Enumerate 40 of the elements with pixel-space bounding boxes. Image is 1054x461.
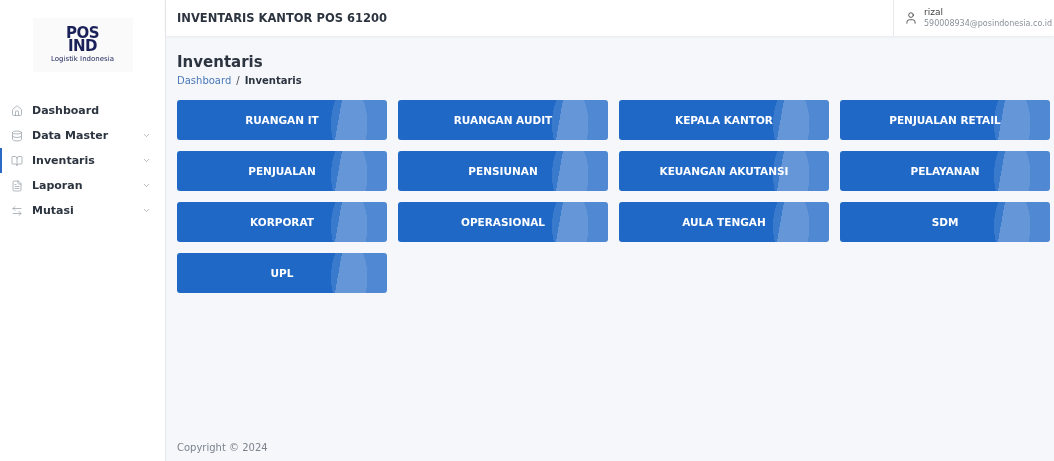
sidebar-item[interactable]: Dashboard bbox=[0, 98, 165, 123]
sidebar-label: Dashboard bbox=[32, 104, 101, 117]
room-button[interactable]: PENJUALAN RETAIL bbox=[840, 100, 1050, 140]
room-button[interactable]: KEPALA KANTOR bbox=[619, 100, 829, 140]
sidebar-item[interactable]: Laporan bbox=[0, 173, 165, 198]
file-icon bbox=[11, 179, 23, 192]
room-button[interactable]: PENJUALAN bbox=[177, 151, 387, 191]
sidebar-label: Data Master bbox=[32, 129, 110, 142]
user-menu[interactable]: rizal 590008934@posindonesia.co.id bbox=[892, 0, 1054, 36]
header-title: INVENTARIS KANTOR POS 61200 bbox=[177, 11, 387, 25]
room-button[interactable]: SDM bbox=[840, 202, 1050, 242]
breadcrumb-link[interactable]: Dashboard bbox=[177, 75, 232, 86]
room-button[interactable]: KORPORAT bbox=[177, 202, 387, 242]
copyright-text: Copyright © 2024 bbox=[177, 442, 269, 455]
room-button[interactable]: KEUANGAN AKUTANSI bbox=[619, 151, 829, 191]
room-button[interactable]: RUANGAN IT bbox=[177, 100, 387, 140]
user-icon bbox=[903, 11, 918, 25]
room-button[interactable]: UPL bbox=[177, 253, 387, 293]
room-button[interactable]: AULA TENGAH bbox=[619, 202, 829, 242]
sidebar-item[interactable]: Data Master bbox=[0, 123, 165, 148]
book-icon bbox=[11, 154, 23, 167]
sidebar-item[interactable]: Inventaris bbox=[0, 148, 165, 173]
page-title: Inventaris bbox=[177, 53, 264, 71]
breadcrumb-link[interactable]: Inventaris bbox=[244, 75, 302, 86]
breadcrumb-separator: / bbox=[236, 75, 240, 86]
user-email: 590008934@posindonesia.co.id bbox=[923, 18, 1052, 29]
sidebar-label: Laporan bbox=[32, 179, 84, 192]
transfer-icon bbox=[11, 204, 23, 217]
room-button[interactable]: PELAYANAN bbox=[840, 151, 1050, 191]
user-name: rizal bbox=[923, 7, 944, 18]
home-icon bbox=[11, 104, 23, 117]
sidebar-label: Inventaris bbox=[32, 154, 96, 167]
database-icon bbox=[11, 129, 23, 142]
room-button[interactable]: OPERASIONAL bbox=[398, 202, 608, 242]
sidebar-item[interactable]: Mutasi bbox=[0, 198, 165, 223]
room-button[interactable]: PENSIUNAN bbox=[398, 151, 608, 191]
room-button[interactable]: RUANGAN AUDIT bbox=[398, 100, 608, 140]
logo-text: POS bbox=[65, 27, 100, 40]
logo-text: IND bbox=[67, 40, 98, 53]
sidebar-label: Mutasi bbox=[32, 204, 75, 217]
